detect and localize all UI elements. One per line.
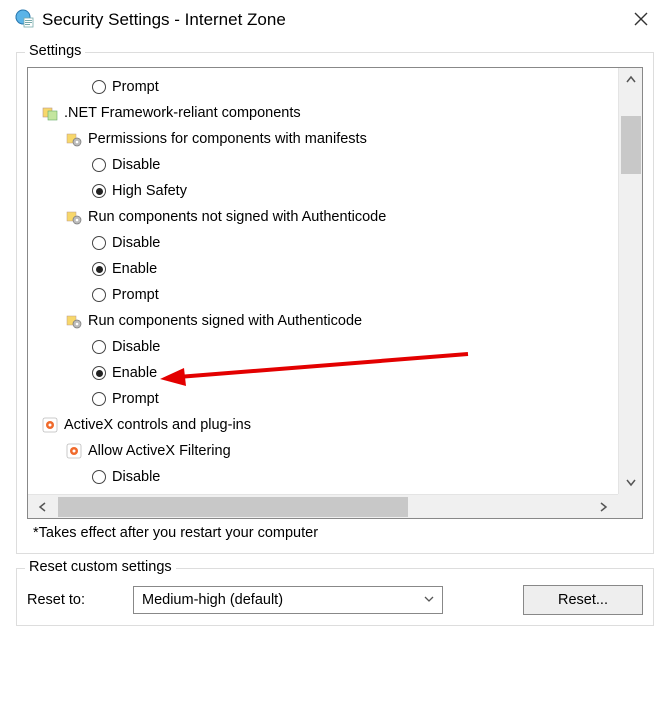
option-label: Prompt (112, 391, 159, 407)
vertical-scrollbar[interactable] (618, 68, 642, 494)
reset-legend: Reset custom settings (25, 559, 176, 575)
scroll-corner (618, 494, 642, 518)
radio-unchecked-icon (92, 80, 106, 94)
cat-label: ActiveX controls and plug-ins (64, 417, 251, 433)
scroll-right-arrow-icon[interactable] (588, 495, 618, 519)
cat-label: .NET Framework-reliant components (64, 105, 301, 121)
subcat-label: Run components signed with Authenticode (88, 313, 362, 329)
horizontal-scrollbar[interactable] (28, 494, 618, 518)
scroll-left-arrow-icon[interactable] (28, 495, 58, 519)
option-permissions-disable[interactable]: Disable (32, 152, 614, 178)
radio-unchecked-icon (92, 392, 106, 406)
chevron-down-icon (424, 593, 434, 607)
gear-box-icon (66, 131, 82, 147)
cat-activex[interactable]: ActiveX controls and plug-ins (32, 412, 614, 438)
option-label: Enable (112, 261, 157, 277)
option-run-signed-disable[interactable]: Disable (32, 334, 614, 360)
subcat-run-signed[interactable]: Run components signed with Authenticode (32, 308, 614, 334)
option-label: Enable (112, 365, 157, 381)
settings-tree-body: Prompt .NET Framework-reliant components (28, 68, 618, 494)
option-label: Disable (112, 469, 160, 485)
gear-box-icon (66, 313, 82, 329)
option-allow-filtering-disable[interactable]: Disable (32, 464, 614, 490)
globe-shield-icon (14, 8, 34, 32)
reset-level-value: Medium-high (default) (142, 592, 283, 608)
cat-dotnet[interactable]: .NET Framework-reliant components (32, 100, 614, 126)
option-prompt-top[interactable]: Prompt (32, 74, 614, 100)
settings-group: Settings Prompt .NET Framework-reliant c… (16, 52, 654, 554)
reset-to-label: Reset to: (27, 592, 117, 608)
scroll-down-arrow-icon[interactable] (619, 470, 643, 494)
radio-checked-icon (92, 184, 106, 198)
option-label: Prompt (112, 287, 159, 303)
reset-button-label: Reset... (558, 592, 608, 608)
scroll-thumb[interactable] (621, 116, 641, 174)
settings-tree: Prompt .NET Framework-reliant components (27, 67, 643, 519)
radio-unchecked-icon (92, 236, 106, 250)
option-label: Disable (112, 157, 160, 173)
radio-unchecked-icon (92, 158, 106, 172)
radio-unchecked-icon (92, 340, 106, 354)
radio-checked-icon (92, 366, 106, 380)
radio-unchecked-icon (92, 288, 106, 302)
radio-unchecked-icon (92, 470, 106, 484)
option-permissions-highsafety[interactable]: High Safety (32, 178, 614, 204)
title-bar: Security Settings - Internet Zone (0, 0, 670, 42)
option-label: Disable (112, 339, 160, 355)
subcat-label: Allow ActiveX Filtering (88, 443, 231, 459)
reset-group: Reset custom settings Reset to: Medium-h… (16, 568, 654, 626)
settings-legend: Settings (25, 43, 85, 59)
reset-level-select[interactable]: Medium-high (default) (133, 586, 443, 614)
window-title: Security Settings - Internet Zone (42, 10, 626, 30)
subcat-label: Run components not signed with Authentic… (88, 209, 386, 225)
hscroll-thumb[interactable] (58, 497, 408, 517)
component-icon (42, 105, 58, 121)
gear-box-icon (66, 209, 82, 225)
subcat-label: Permissions for components with manifest… (88, 131, 367, 147)
subcat-run-unsigned[interactable]: Run components not signed with Authentic… (32, 204, 614, 230)
scroll-up-arrow-icon[interactable] (619, 68, 643, 92)
reset-button[interactable]: Reset... (523, 585, 643, 615)
option-run-signed-enable[interactable]: Enable (32, 360, 614, 386)
close-button[interactable] (626, 10, 656, 31)
option-label: Disable (112, 235, 160, 251)
restart-note: *Takes effect after you restart your com… (33, 525, 637, 541)
radio-checked-icon (92, 262, 106, 276)
option-run-signed-prompt[interactable]: Prompt (32, 386, 614, 412)
option-run-unsigned-enable[interactable]: Enable (32, 256, 614, 282)
option-run-unsigned-prompt[interactable]: Prompt (32, 282, 614, 308)
subcat-permissions[interactable]: Permissions for components with manifest… (32, 126, 614, 152)
subcat-allow-filtering[interactable]: Allow ActiveX Filtering (32, 438, 614, 464)
option-label: High Safety (112, 183, 187, 199)
option-label: Prompt (112, 79, 159, 95)
option-run-unsigned-disable[interactable]: Disable (32, 230, 614, 256)
activex-icon (42, 417, 58, 433)
activex-icon (66, 443, 82, 459)
